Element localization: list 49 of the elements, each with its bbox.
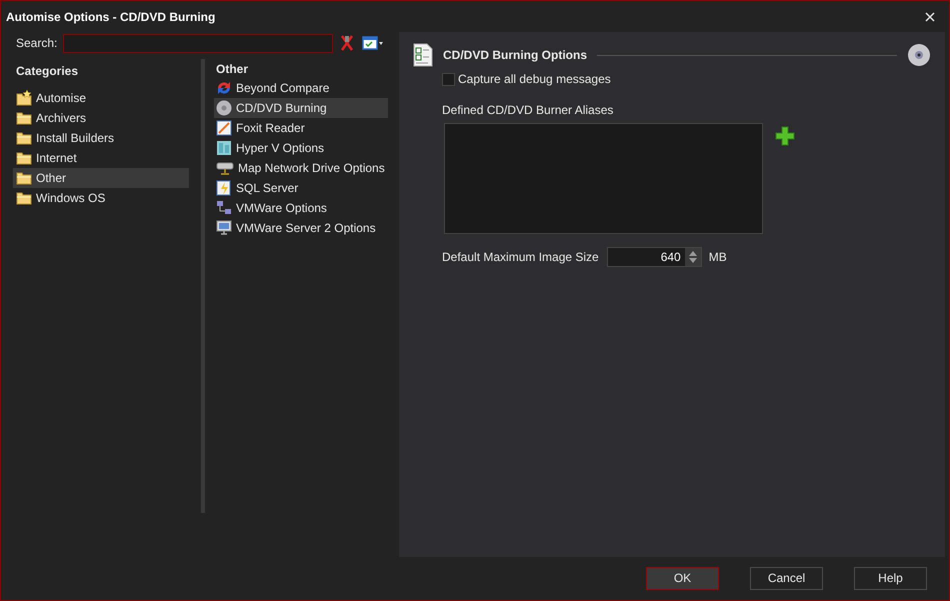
add-icon[interactable] [775, 126, 795, 146]
database-icon [216, 180, 232, 196]
search-field[interactable] [63, 34, 333, 52]
folder-icon [16, 151, 32, 165]
page-item[interactable]: VMWare Server 2 Options [214, 218, 388, 238]
checklist-icon [413, 43, 433, 67]
monitor-icon [216, 220, 232, 236]
disc-icon [216, 100, 232, 116]
unit-label: MB [708, 249, 727, 266]
section-title: CD/DVD Burning Options [443, 47, 587, 64]
clear-filter-icon[interactable] [338, 34, 356, 52]
dialog-button[interactable]: Help [854, 566, 927, 590]
category-item[interactable]: Install Builders [13, 128, 189, 148]
checkbox-label: Capture all debug messages [458, 71, 611, 88]
window-title: Automise Options - CD/DVD Burning [6, 8, 216, 26]
pages-heading: Other [215, 61, 250, 76]
dialog-button[interactable]: OK [646, 566, 719, 590]
close-icon[interactable] [925, 12, 935, 22]
page-item[interactable]: Hyper V Options [214, 138, 388, 158]
network-icon [216, 200, 232, 216]
arrows-icon [216, 80, 232, 96]
category-item[interactable]: Automise [13, 88, 189, 108]
image-size-label: Default Maximum Image Size [442, 249, 599, 266]
checkbox[interactable] [442, 72, 455, 86]
page-item[interactable]: VMWare Options [214, 198, 388, 218]
folder-icon [16, 111, 32, 125]
server-icon [216, 140, 232, 156]
dialog-button[interactable]: Cancel [750, 566, 823, 590]
category-item[interactable]: Internet [13, 148, 189, 168]
view-options-icon[interactable] [362, 35, 384, 51]
disc-icon [907, 43, 931, 67]
drive-icon [216, 160, 234, 176]
page-item[interactable]: SQL Server [214, 178, 388, 198]
folder-icon [16, 191, 32, 205]
page-item[interactable]: Foxit Reader [214, 118, 388, 138]
aliases-label: Defined CD/DVD Burner Aliases [442, 102, 614, 119]
image-size-spinner[interactable]: 640 [606, 247, 702, 267]
page-item[interactable]: CD/DVD Burning [214, 98, 388, 118]
search-label: Search: [16, 35, 58, 52]
category-item[interactable]: Windows OS [13, 188, 189, 208]
categories-heading: Categories [15, 63, 80, 78]
page-item[interactable]: Map Network Drive Options [214, 158, 388, 178]
page-item[interactable]: Beyond Compare [214, 78, 388, 98]
category-item[interactable]: Archivers [13, 108, 189, 128]
document-icon [216, 120, 232, 136]
star-folder-icon [16, 90, 32, 106]
folder-icon [16, 171, 32, 185]
folder-icon [16, 131, 32, 145]
category-item[interactable]: Other [13, 168, 189, 188]
